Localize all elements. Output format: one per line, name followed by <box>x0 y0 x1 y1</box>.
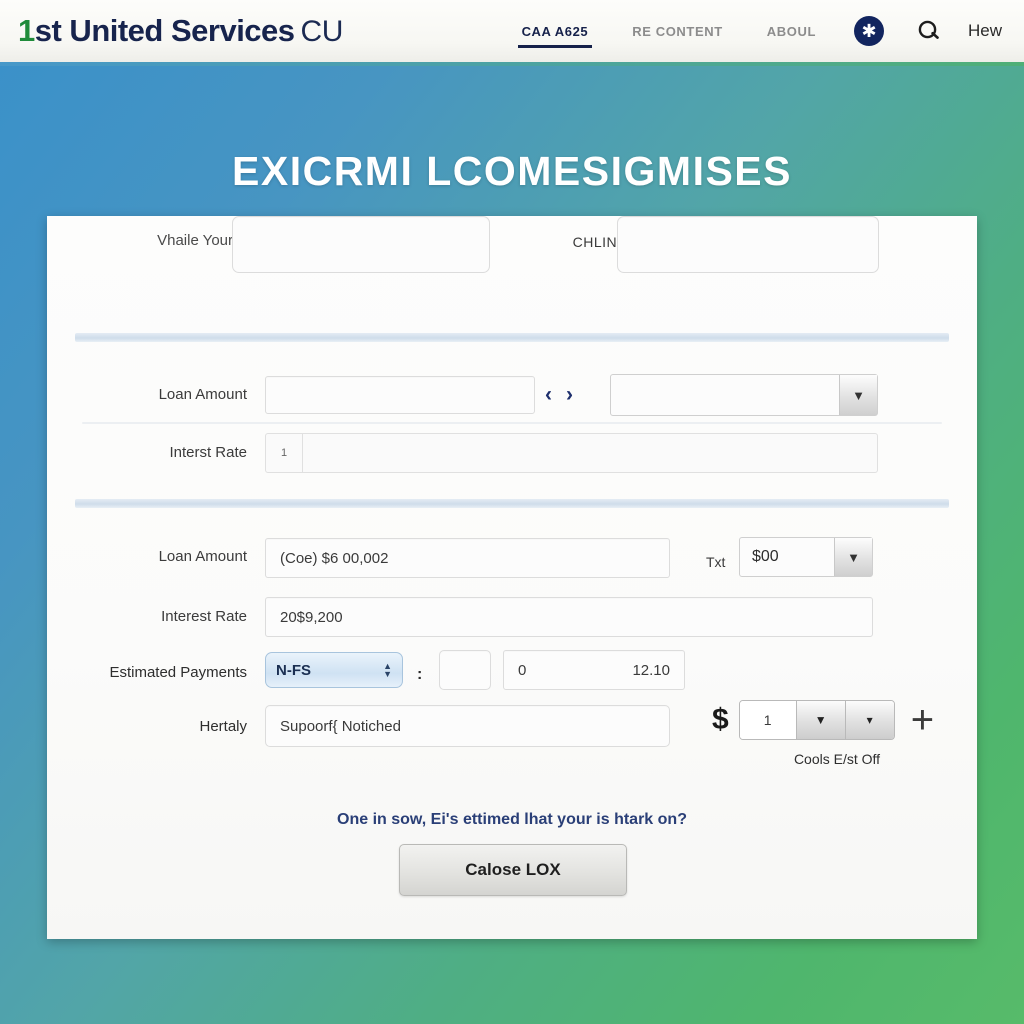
estimated-payments-small-input[interactable] <box>439 650 491 690</box>
logo-main: st United Services <box>34 13 295 48</box>
estimated-payments-select-value: N-FS <box>276 661 311 679</box>
logo-prefix: 1 <box>18 13 35 48</box>
dollar-sign-icon: $ <box>712 703 729 736</box>
interst-rate-field[interactable]: 1 <box>265 433 878 473</box>
nav-item-label: ABOUL <box>766 23 816 39</box>
loan-amount-label-1: Loan Amount <box>158 386 247 403</box>
prev-chevron-icon[interactable]: ‹ <box>545 383 552 407</box>
chline-input[interactable] <box>617 216 879 273</box>
hertaly-input[interactable]: Supoorf{ Notiched <box>265 705 670 747</box>
hertaly-spinner[interactable]: 1 ▼ ▾ <box>738 700 895 740</box>
estimated-payments-amount-field[interactable]: 0 12.10 <box>503 650 685 690</box>
stepper-down-glyph: ▼ <box>383 669 392 679</box>
next-chevron-icon[interactable]: › <box>566 383 573 407</box>
estimated-payments-left-value: 0 <box>518 661 527 679</box>
chline-label: CHLINE <box>572 234 627 250</box>
nav-item-hew[interactable]: Hew <box>958 21 1010 41</box>
interest-rate-input[interactable]: 20$9,200 <box>265 597 873 637</box>
hertaly-label: Hertaly <box>199 718 247 735</box>
loan-amount-input-1[interactable] <box>265 376 535 414</box>
section-divider-2 <box>75 499 949 508</box>
estimated-payments-select[interactable]: N-FS ▲ ▼ <box>265 652 403 688</box>
hertaly-controls: $ 1 ▼ ▾ + <box>712 700 934 740</box>
nav-item-re-content[interactable]: RE CONTENT <box>610 0 745 62</box>
add-icon[interactable]: + <box>911 700 934 740</box>
hertaly-caption: Cools E/st Off <box>793 751 881 767</box>
loan-form-card: Vhaile Your CHLINE Loan Amount ‹ › ▼ Int… <box>47 216 977 939</box>
calose-lox-button[interactable]: Calose LOX <box>399 844 627 896</box>
page-title: EXICRMI LCOMESIGMISES <box>232 148 792 194</box>
nav-item-label: RE CONTENT <box>632 23 723 39</box>
app-screen: 1st United Services CU CAA A625 RE CONTEN… <box>0 0 1024 1024</box>
site-logo[interactable]: 1st United Services CU <box>18 13 343 49</box>
interst-rate-label: Interst Rate <box>169 444 247 461</box>
interest-rate-label: Interest Rate <box>161 608 247 625</box>
logo-suffix: CU <box>300 15 344 48</box>
nav-item-aboul[interactable]: ABOUL <box>745 0 838 62</box>
loan-amount-label-2: Loan Amount <box>158 548 247 565</box>
vhaile-your-input[interactable] <box>232 216 490 273</box>
top-navigation-bar: 1st United Services CU CAA A625 RE CONTEN… <box>0 0 1024 62</box>
estimated-payments-label: Estimated Payments <box>109 664 247 681</box>
star-badge-icon[interactable]: ✱ <box>853 16 884 46</box>
txt-amount-select-value: $00 <box>752 548 779 565</box>
estimated-payments-right-value: 12.10 <box>632 661 670 679</box>
section-divider-1 <box>75 333 949 342</box>
interst-rate-input[interactable] <box>303 434 877 472</box>
star-glyph: ✱ <box>861 21 877 41</box>
loan-term-select[interactable]: ▼ <box>610 374 878 416</box>
estimated-payments-separator: : <box>417 666 423 683</box>
search-icon[interactable] <box>914 16 944 46</box>
chevron-down-icon[interactable]: ▼ <box>834 538 872 576</box>
nav-item-label: CAA A625 <box>521 23 589 39</box>
chevron-down-small-icon[interactable]: ▾ <box>844 701 894 739</box>
loan-amount-input-2[interactable]: (Coe) $6 00,002 <box>265 538 670 578</box>
section-divider-thin <box>82 422 942 424</box>
footer-note: One in sow, Ei's ettimed lhat your is ht… <box>337 811 687 828</box>
chevron-down-icon[interactable]: ▼ <box>839 375 877 415</box>
txt-label: Txt <box>706 554 726 570</box>
vhaile-your-label: Vhaile Your <box>157 232 233 249</box>
chevron-down-icon[interactable]: ▼ <box>795 701 845 739</box>
hertaly-spinner-value[interactable]: 1 <box>739 701 796 739</box>
stepper-arrows: ‹ › <box>545 378 573 412</box>
nav-items: CAA A625 RE CONTENT ABOUL ✱ Hew <box>500 0 1010 62</box>
interst-rate-prefix: 1 <box>266 434 303 472</box>
nav-item-caa-a625[interactable]: CAA A625 <box>500 0 611 62</box>
stepper-icon[interactable]: ▲ ▼ <box>383 662 392 679</box>
txt-amount-select[interactable]: $00 ▼ <box>739 537 873 577</box>
